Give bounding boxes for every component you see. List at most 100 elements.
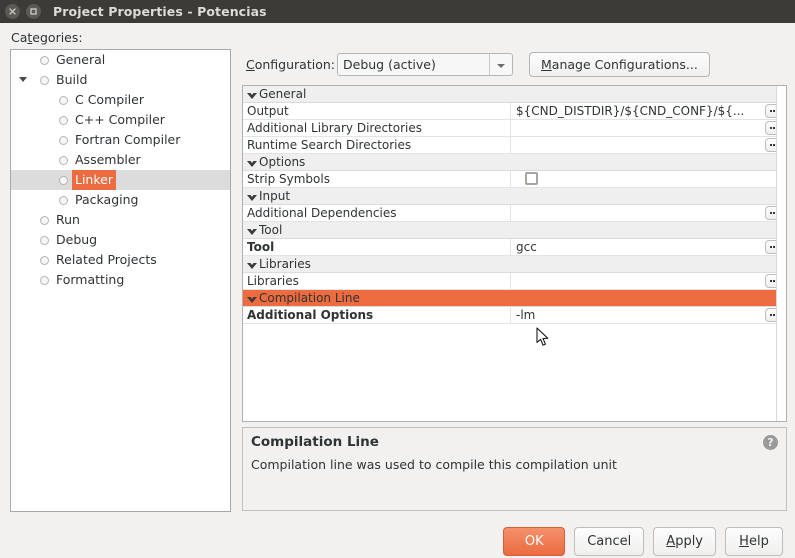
property-row-additional-options[interactable]: Additional Options -lm	[243, 307, 786, 324]
property-name-cell: Strip Symbols	[243, 171, 511, 187]
window-title: Project Properties - Potencias	[53, 4, 267, 19]
property-name-cell: Additional Library Directories	[243, 120, 511, 136]
property-row-additional-library-directories[interactable]: Additional Library Directories	[243, 120, 786, 137]
property-value-text: -lm	[516, 308, 536, 322]
property-row-strip-symbols[interactable]: Strip Symbols	[243, 171, 786, 188]
sidebar-item-related-projects[interactable]: Related Projects	[11, 250, 230, 270]
btn-rest: elp	[748, 534, 769, 549]
property-name-label: Options	[259, 155, 306, 169]
apply-button[interactable]: Apply	[653, 527, 716, 556]
tree-bullet-icon	[59, 175, 68, 185]
group-collapse-icon[interactable]	[247, 193, 257, 201]
tree-bullet-icon	[40, 55, 49, 65]
group-collapse-icon[interactable]	[247, 295, 257, 303]
sidebar-item-fortran-compiler[interactable]: Fortran Compiler	[11, 130, 230, 150]
property-name-cell: Libraries	[243, 273, 511, 289]
property-row-tool[interactable]: Tool gcc	[243, 239, 786, 256]
sidebar-item-packaging[interactable]: Packaging	[11, 190, 230, 210]
sidebar-item-general[interactable]: General	[11, 50, 230, 70]
sidebar-item-label: Assembler	[75, 152, 141, 167]
property-name-cell: Output	[243, 103, 511, 119]
property-group-input[interactable]: Input	[243, 188, 786, 205]
window-titlebar: Project Properties - Potencias	[0, 0, 795, 23]
manage-configurations-button[interactable]: Manage Configurations...	[529, 52, 710, 77]
strip-symbols-checkbox[interactable]	[525, 172, 538, 185]
property-group-general[interactable]: General	[243, 86, 786, 103]
categories-label: Categories:	[11, 30, 83, 45]
group-collapse-icon[interactable]	[247, 261, 257, 269]
property-name-label: Input	[259, 189, 291, 203]
help-button[interactable]: Help	[725, 527, 783, 556]
tree-bullet-icon	[59, 135, 68, 145]
property-name-cell: Additional Dependencies	[243, 205, 511, 221]
property-name-cell: Options	[243, 154, 511, 170]
sidebar-item-linker[interactable]: Linker	[11, 170, 230, 190]
tree-bullet-icon	[40, 215, 49, 225]
description-title: Compilation Line	[251, 434, 379, 450]
sidebar-item-c-compiler[interactable]: C Compiler	[11, 90, 230, 110]
dialog-footer: OK Cancel Apply Help	[0, 527, 795, 556]
property-value-text: ${CND_DISTDIR}/${CND_CONF}/${...	[516, 104, 745, 118]
property-value-cell[interactable]	[511, 273, 786, 289]
sidebar-item-label: Related Projects	[56, 252, 157, 267]
property-name-label: General	[259, 87, 307, 101]
configuration-selected-value: Debug (active)	[343, 57, 436, 72]
tree-bullet-icon	[59, 155, 68, 165]
property-value-cell[interactable]: ${CND_DISTDIR}/${CND_CONF}/${...	[511, 103, 786, 119]
property-name-label: Compilation Line	[259, 291, 360, 305]
categories-tree[interactable]: General Build C Compiler C++ Compiler Fortra…	[10, 49, 231, 512]
property-row-additional-dependencies[interactable]: Additional Dependencies	[243, 205, 786, 222]
sidebar-item-build[interactable]: Build	[11, 70, 230, 90]
btn-label: OK	[524, 534, 544, 549]
sidebar-item-formatting[interactable]: Formatting	[11, 270, 230, 290]
chevron-down-icon	[497, 64, 505, 68]
property-value-cell	[511, 86, 786, 102]
property-value-text: gcc	[516, 240, 537, 254]
property-name-cell: Tool	[243, 239, 511, 255]
property-value-cell[interactable]	[511, 137, 786, 153]
cancel-button[interactable]: Cancel	[574, 527, 645, 556]
sidebar-item-c-compiler[interactable]: C++ Compiler	[11, 110, 230, 130]
properties-table[interactable]: General Output ${CND_DISTDIR}/${CND_CONF}/…	[242, 85, 787, 422]
property-row-runtime-search-directories[interactable]: Runtime Search Directories	[243, 137, 786, 154]
property-group-libraries[interactable]: Libraries	[243, 256, 786, 273]
property-value-cell[interactable]: -lm	[511, 307, 786, 323]
group-collapse-icon[interactable]	[247, 91, 257, 99]
help-icon[interactable]: ?	[763, 435, 778, 450]
sidebar-item-label: Debug	[56, 232, 98, 247]
property-name-cell: Input	[243, 188, 511, 204]
property-value-cell	[511, 222, 786, 238]
mouse-pointer	[536, 327, 550, 351]
property-row-libraries[interactable]: Libraries	[243, 273, 786, 290]
sidebar-item-label: Build	[56, 72, 88, 87]
ok-button[interactable]: OK	[503, 527, 566, 556]
sidebar-item-run[interactable]: Run	[11, 210, 230, 230]
sidebar-item-assembler[interactable]: Assembler	[11, 150, 230, 170]
sidebar-item-debug[interactable]: Debug	[11, 230, 230, 250]
property-group-compilation-line[interactable]: Compilation Line	[243, 290, 786, 307]
property-value-cell	[511, 154, 786, 170]
sidebar-item-label: Packaging	[75, 192, 139, 207]
property-value-cell	[511, 290, 786, 306]
property-value-cell[interactable]	[511, 205, 786, 221]
property-row-output[interactable]: Output ${CND_DISTDIR}/${CND_CONF}/${...	[243, 103, 786, 120]
tree-bullet-icon	[59, 195, 68, 205]
btn-mnemonic: A	[666, 534, 676, 549]
group-collapse-icon[interactable]	[247, 159, 257, 167]
property-name-label: Tool	[259, 223, 283, 237]
property-name-cell: Runtime Search Directories	[243, 137, 511, 153]
group-collapse-icon[interactable]	[247, 227, 257, 235]
close-icon[interactable]	[5, 4, 20, 19]
property-value-cell	[511, 188, 786, 204]
property-value-cell[interactable]	[511, 171, 786, 187]
property-value-cell	[511, 256, 786, 272]
property-value-cell[interactable]	[511, 120, 786, 136]
property-group-tool[interactable]: Tool	[243, 222, 786, 239]
configuration-select[interactable]: Debug (active)	[337, 53, 513, 76]
property-value-cell[interactable]: gcc	[511, 239, 786, 255]
maximize-icon[interactable]	[26, 4, 41, 19]
property-group-options[interactable]: Options	[243, 154, 786, 171]
tree-bullet-icon	[40, 75, 49, 85]
sidebar-item-label: Linker	[72, 170, 116, 190]
tree-expander-icon[interactable]	[19, 77, 27, 82]
